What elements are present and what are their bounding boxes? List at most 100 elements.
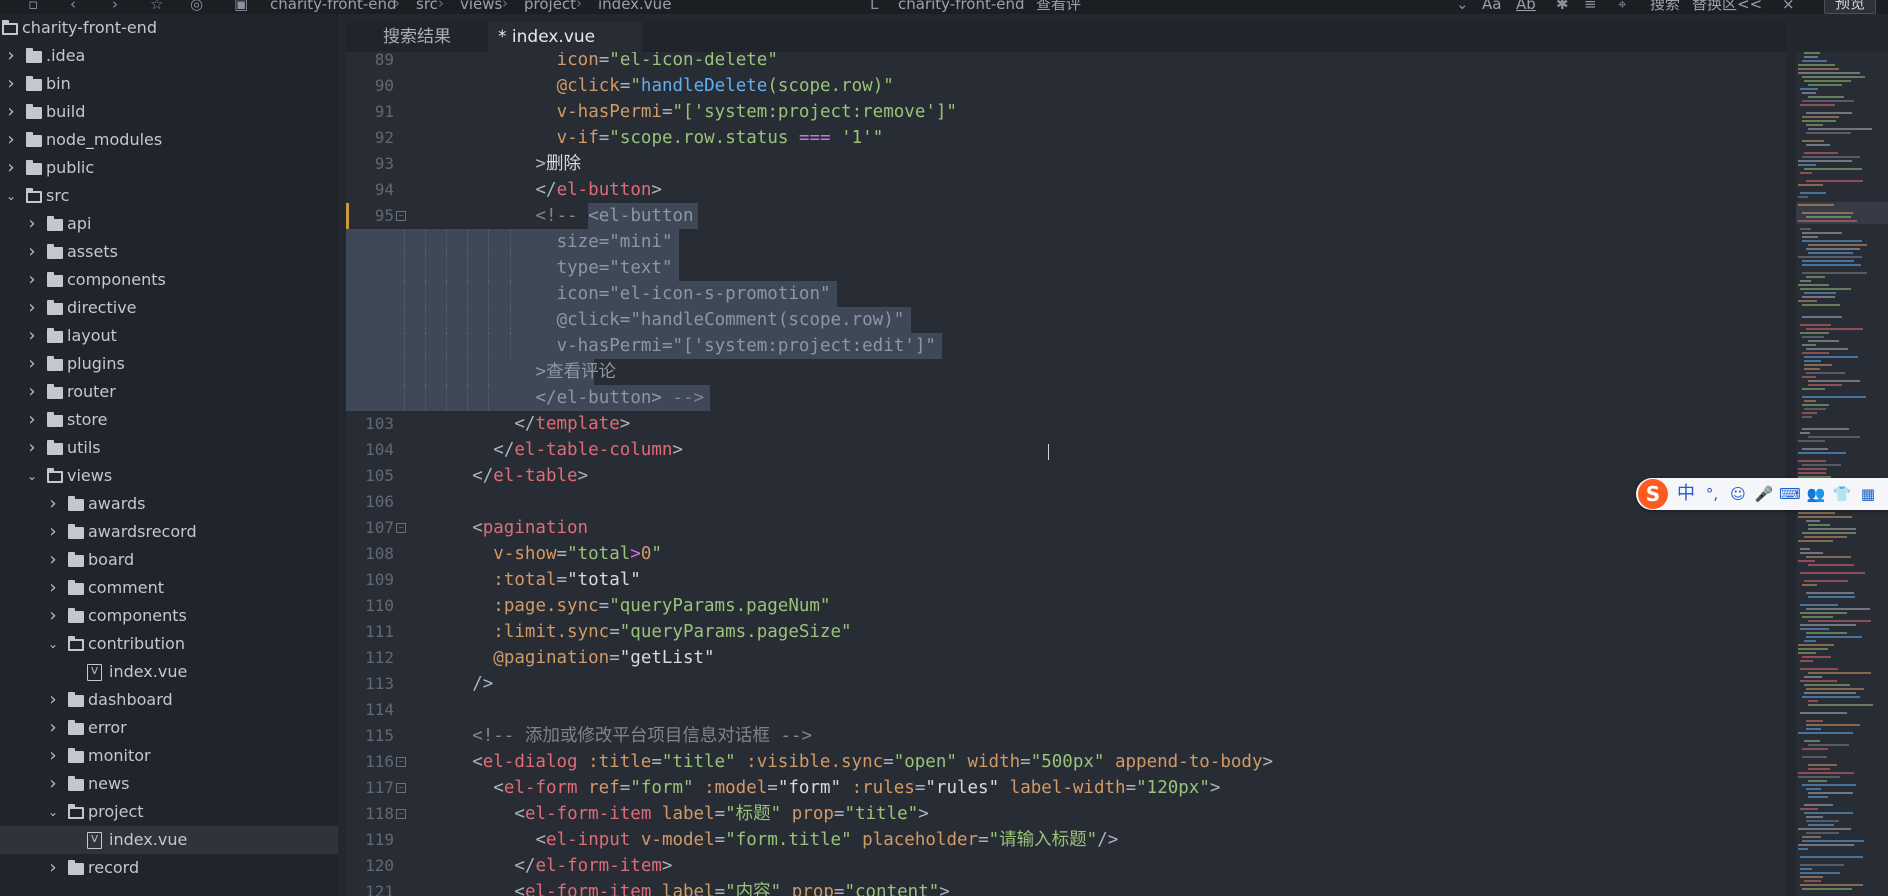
chevron-right-icon[interactable]: › — [25, 434, 39, 462]
chevron-right-icon[interactable]: › — [4, 98, 18, 126]
tree-item[interactable]: › layout — [0, 322, 338, 350]
chevron-right-icon[interactable]: › — [4, 154, 18, 182]
chevron-right-icon[interactable]: › — [46, 742, 60, 770]
chevron-down-icon[interactable]: ⌄ — [25, 462, 39, 490]
regex-icon[interactable]: ✱ — [1556, 0, 1569, 12]
tree-item[interactable]: ⌄ contribution — [0, 630, 338, 658]
code-line[interactable]: 95− <!-- <el-button — [346, 203, 1786, 229]
tree-item[interactable]: › build — [0, 98, 338, 126]
fold-toggle-icon[interactable]: − — [396, 757, 406, 767]
code-line[interactable]: 91 v-hasPermi="['system:project:remove']" — [346, 99, 1786, 125]
tree-item[interactable]: › components — [0, 266, 338, 294]
fold-toggle-icon[interactable]: − — [396, 211, 406, 221]
chevron-right-icon[interactable]: › — [25, 322, 39, 350]
code-line[interactable]: 113 /> — [346, 671, 1786, 697]
tree-item[interactable]: › board — [0, 546, 338, 574]
run-icon[interactable]: ◎ — [190, 0, 203, 12]
chevron-right-icon[interactable]: › — [25, 350, 39, 378]
code-line[interactable]: 103 </template> — [346, 411, 1786, 437]
code-line[interactable]: 111:limit.sync="queryParams.pageSize" — [346, 619, 1786, 645]
code-line[interactable]: 104 </el-table-column> — [346, 437, 1786, 463]
code-line[interactable]: 90 @click="handleDelete(scope.row)" — [346, 73, 1786, 99]
tree-item[interactable]: › record — [0, 854, 338, 882]
star-icon[interactable]: ☆ — [150, 0, 163, 12]
code-line[interactable]: 100v-hasPermi="['system:project:edit']" — [346, 333, 1786, 359]
tree-item[interactable]: Vindex.vue — [0, 658, 338, 686]
match-case-toggle[interactable]: Aa — [1482, 0, 1501, 12]
tree-item[interactable]: › store — [0, 406, 338, 434]
tree-item[interactable]: › router — [0, 378, 338, 406]
chevron-down-icon[interactable]: ⌄ — [46, 630, 60, 658]
tree-item[interactable]: › public — [0, 154, 338, 182]
preview-button[interactable]: 预览 — [1823, 0, 1876, 14]
code-line[interactable]: 112 @pagination="getList" — [346, 645, 1786, 671]
breadcrumb-item[interactable]: charity-front-end — [270, 0, 397, 12]
tree-item[interactable]: › api — [0, 210, 338, 238]
code-line[interactable]: 94 </el-button> — [346, 177, 1786, 203]
tree-item[interactable]: › node_modules — [0, 126, 338, 154]
breadcrumb-item[interactable]: index.vue — [598, 0, 671, 12]
chevron-down-icon[interactable]: ⌄ — [4, 182, 18, 210]
minimap[interactable] — [1796, 52, 1888, 896]
close-icon[interactable]: × — [1782, 0, 1795, 12]
fold-toggle-icon[interactable]: − — [396, 809, 406, 819]
chevron-right-icon[interactable]: › — [46, 602, 60, 630]
list-icon[interactable]: ≡ — [1584, 0, 1597, 12]
ime-keyboard-icon[interactable]: ⌨ — [1778, 483, 1802, 505]
chevron-right-icon[interactable]: › — [46, 546, 60, 574]
search-scope[interactable]: charity-front-end — [898, 0, 1025, 12]
chevron-right-icon[interactable]: › — [25, 406, 39, 434]
code-line[interactable]: 109:total="total" — [346, 567, 1786, 593]
chevron-right-icon[interactable]: › — [25, 210, 39, 238]
ime-user-icon[interactable]: 👥 — [1804, 483, 1828, 505]
code-line[interactable]: 96size="mini" — [346, 229, 1786, 255]
chevron-right-icon[interactable]: › — [46, 770, 60, 798]
chevron-right-icon[interactable]: › — [25, 294, 39, 322]
chevron-right-icon[interactable]: › — [4, 42, 18, 70]
tree-item[interactable]: › error — [0, 714, 338, 742]
search-button[interactable]: 搜索 — [1650, 0, 1680, 12]
breadcrumb-item[interactable]: src — [416, 0, 438, 12]
chevron-right-icon[interactable]: › — [25, 238, 39, 266]
chevron-right-icon[interactable]: › — [46, 686, 60, 714]
tree-item[interactable]: ⌄ views — [0, 462, 338, 490]
code-line[interactable]: 114 — [346, 697, 1786, 723]
breadcrumb-item[interactable]: project — [524, 0, 576, 12]
filter-icon[interactable]: ⌖ — [1618, 0, 1626, 12]
chevron-right-icon[interactable]: › — [46, 490, 60, 518]
code-line[interactable]: 108 v-show="total>0" — [346, 541, 1786, 567]
tree-item[interactable]: › utils — [0, 434, 338, 462]
chevron-down-icon[interactable]: ⌄ — [46, 798, 60, 826]
code-line[interactable]: 99@click="handleComment(scope.row)" — [346, 307, 1786, 333]
tab-index-vue[interactable]: * index.vue — [488, 22, 642, 52]
code-line[interactable]: 116− <el-dialog :title="title" :visible.s… — [346, 749, 1786, 775]
code-line[interactable]: 97type="text" — [346, 255, 1786, 281]
whole-word-toggle[interactable]: Ab — [1516, 0, 1536, 12]
code-line[interactable]: 120 </el-form-item> — [346, 853, 1786, 879]
tree-item[interactable]: Vindex.vue — [0, 826, 338, 854]
tree-item[interactable]: › bin — [0, 70, 338, 98]
file-icon[interactable]: ▫ — [28, 0, 38, 12]
code-line[interactable]: 105 </el-table> — [346, 463, 1786, 489]
tab-search-results[interactable]: 搜索结果 — [346, 22, 488, 52]
chevron-right-icon[interactable]: › — [46, 574, 60, 602]
code-line[interactable]: 115 <!-- 添加或修改平台项目信息对话框 --> — [346, 723, 1786, 749]
fold-toggle-icon[interactable]: − — [396, 523, 406, 533]
sogou-logo-icon[interactable]: S — [1638, 479, 1668, 509]
tree-item[interactable]: charity-front-end — [0, 14, 338, 42]
chevron-right-icon[interactable]: › — [46, 854, 60, 882]
code-line[interactable]: 102</el-button> --> — [346, 385, 1786, 411]
chevron-right-icon[interactable]: › — [25, 266, 39, 294]
code-line[interactable]: 119 <el-input v-model="form.title" placeh… — [346, 827, 1786, 853]
tree-item[interactable]: › monitor — [0, 742, 338, 770]
code-line[interactable]: 106 — [346, 489, 1786, 515]
ime-punctuation-icon[interactable]: °, — [1700, 483, 1724, 505]
tree-item[interactable]: › plugins — [0, 350, 338, 378]
tree-item[interactable]: › dashboard — [0, 686, 338, 714]
tree-item[interactable]: › assets — [0, 238, 338, 266]
tree-item[interactable]: › news — [0, 770, 338, 798]
chevron-right-icon[interactable]: › — [4, 70, 18, 98]
chevron-right-icon[interactable]: › — [46, 518, 60, 546]
tree-item[interactable]: › .idea — [0, 42, 338, 70]
ime-chinese-mode[interactable]: 中 — [1674, 483, 1698, 505]
